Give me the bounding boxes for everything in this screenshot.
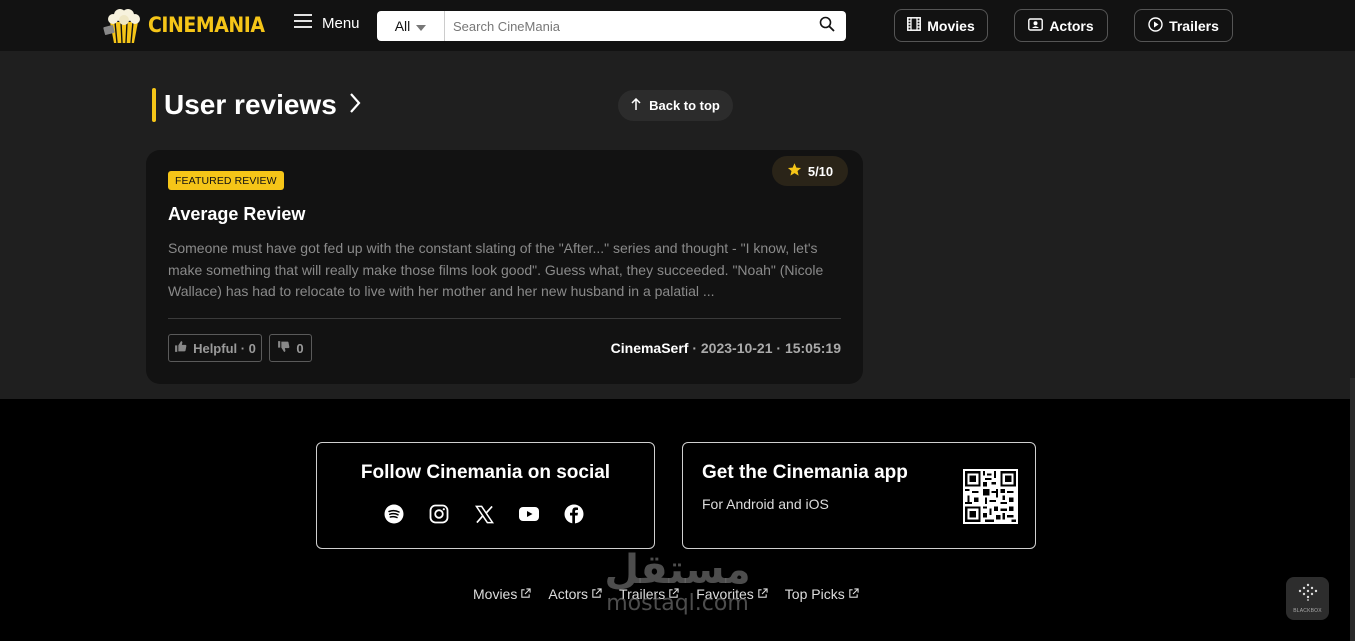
review-body: Someone must have got fed up with the co…: [168, 240, 824, 300]
cinemania-logo[interactable]: CINEMANIA: [102, 6, 277, 44]
spotify-icon[interactable]: [384, 504, 404, 524]
thumbs-up-icon: [174, 340, 187, 356]
app-subtitle: For Android and iOS: [702, 496, 829, 512]
footer-link-label: Favorites: [696, 586, 754, 602]
section-title-link[interactable]: User reviews: [152, 88, 361, 122]
social-title: Follow Cinemania on social: [360, 462, 611, 483]
blackbox-label: BLACKBOX: [1293, 608, 1322, 614]
app-title: Get the Cinemania app: [702, 462, 908, 483]
search-bar: All: [377, 11, 846, 41]
footer-link-favorites[interactable]: Favorites: [696, 586, 768, 602]
social-panel: Follow Cinemania on social: [316, 442, 655, 549]
star-icon: [787, 162, 802, 180]
search-category-select[interactable]: All: [377, 11, 445, 41]
blackbox-logo-icon: [1298, 583, 1318, 606]
hamburger-icon: [294, 14, 312, 32]
review-author[interactable]: CinemaSerf: [611, 340, 689, 356]
app-download-panel: Get the Cinemania app For Android and iO…: [682, 442, 1036, 549]
search-icon: [819, 16, 835, 37]
blackbox-widget[interactable]: BLACKBOX: [1286, 577, 1329, 620]
thumbs-down-icon: [277, 340, 290, 356]
page-scrollbar[interactable]: [1350, 378, 1355, 641]
nav-actors-label: Actors: [1049, 17, 1094, 34]
popcorn-logo-icon: [102, 6, 146, 44]
footer-link-label: Trailers: [619, 586, 666, 602]
rating-chip: 5/10: [772, 156, 848, 186]
reviews-section: User reviews Back to top FEATURED REVIEW…: [0, 51, 1355, 399]
social-icons-row: [384, 504, 584, 524]
id-card-icon: [1028, 17, 1044, 34]
nav-trailers-button[interactable]: Trailers: [1134, 9, 1233, 42]
review-divider: [168, 318, 841, 319]
external-link-icon: [757, 586, 768, 602]
helpful-button[interactable]: Helpful · 0: [168, 334, 262, 362]
nav-movies-button[interactable]: Movies: [894, 9, 988, 42]
caret-down-icon: [416, 18, 427, 34]
review-meta: CinemaSerf · 2023-10-21 · 15:05:19: [611, 340, 841, 356]
menu-label: Menu: [322, 14, 360, 32]
back-to-top-label: Back to top: [649, 98, 720, 113]
nav-trailers-label: Trailers: [1169, 17, 1219, 34]
review-title[interactable]: Average Review: [168, 204, 305, 225]
facebook-icon[interactable]: [564, 504, 584, 524]
footer-link-label: Top Picks: [784, 586, 845, 602]
footer-link-actors[interactable]: Actors: [548, 586, 602, 602]
youtube-icon[interactable]: [519, 504, 539, 524]
mostaql-watermark: مستقل mostaql.com: [595, 548, 760, 616]
footer-links: Movies Actors Trailers Favorites Top Pic…: [473, 586, 859, 602]
qr-code-icon[interactable]: [963, 469, 1018, 524]
review-datetime: · 2023-10-21 · 15:05:19: [688, 340, 841, 356]
logo-text: CINEMANIA: [148, 13, 265, 37]
featured-review-badge: FEATURED REVIEW: [168, 171, 284, 190]
external-link-icon: [668, 586, 679, 602]
search-input[interactable]: [445, 11, 808, 41]
footer-link-label: Actors: [548, 586, 589, 602]
nav-actors-button[interactable]: Actors: [1014, 9, 1108, 42]
footer-link-trailers[interactable]: Trailers: [619, 586, 679, 602]
search-button[interactable]: [808, 11, 846, 41]
footer-link-label: Movies: [473, 586, 518, 602]
chevron-right-icon: [349, 92, 361, 119]
external-link-icon: [591, 586, 602, 602]
title-accent-bar: [152, 88, 156, 122]
x-icon[interactable]: [474, 504, 494, 524]
instagram-icon[interactable]: [429, 504, 449, 524]
not-helpful-count: 0: [296, 340, 304, 356]
section-title: User reviews: [164, 89, 337, 120]
footer-link-top-picks[interactable]: Top Picks: [785, 586, 859, 602]
external-link-icon: [520, 586, 531, 602]
back-to-top-button[interactable]: Back to top: [618, 90, 733, 121]
helpful-label: Helpful · 0: [193, 340, 256, 356]
not-helpful-button[interactable]: 0: [269, 334, 312, 362]
review-card: FEATURED REVIEW 5/10 Average Review Some…: [146, 150, 863, 384]
film-icon: [907, 17, 922, 34]
play-circle-icon: [1148, 16, 1163, 35]
menu-button[interactable]: Menu: [294, 14, 360, 32]
nav-movies-label: Movies: [927, 17, 975, 34]
footer-link-movies[interactable]: Movies: [473, 586, 531, 602]
external-link-icon: [848, 586, 859, 602]
rating-value: 5/10: [807, 163, 834, 179]
search-category-value: All: [394, 18, 411, 34]
top-navbar: CINEMANIA Menu All Movies Actors: [0, 0, 1355, 51]
arrow-up-icon: [631, 97, 641, 113]
